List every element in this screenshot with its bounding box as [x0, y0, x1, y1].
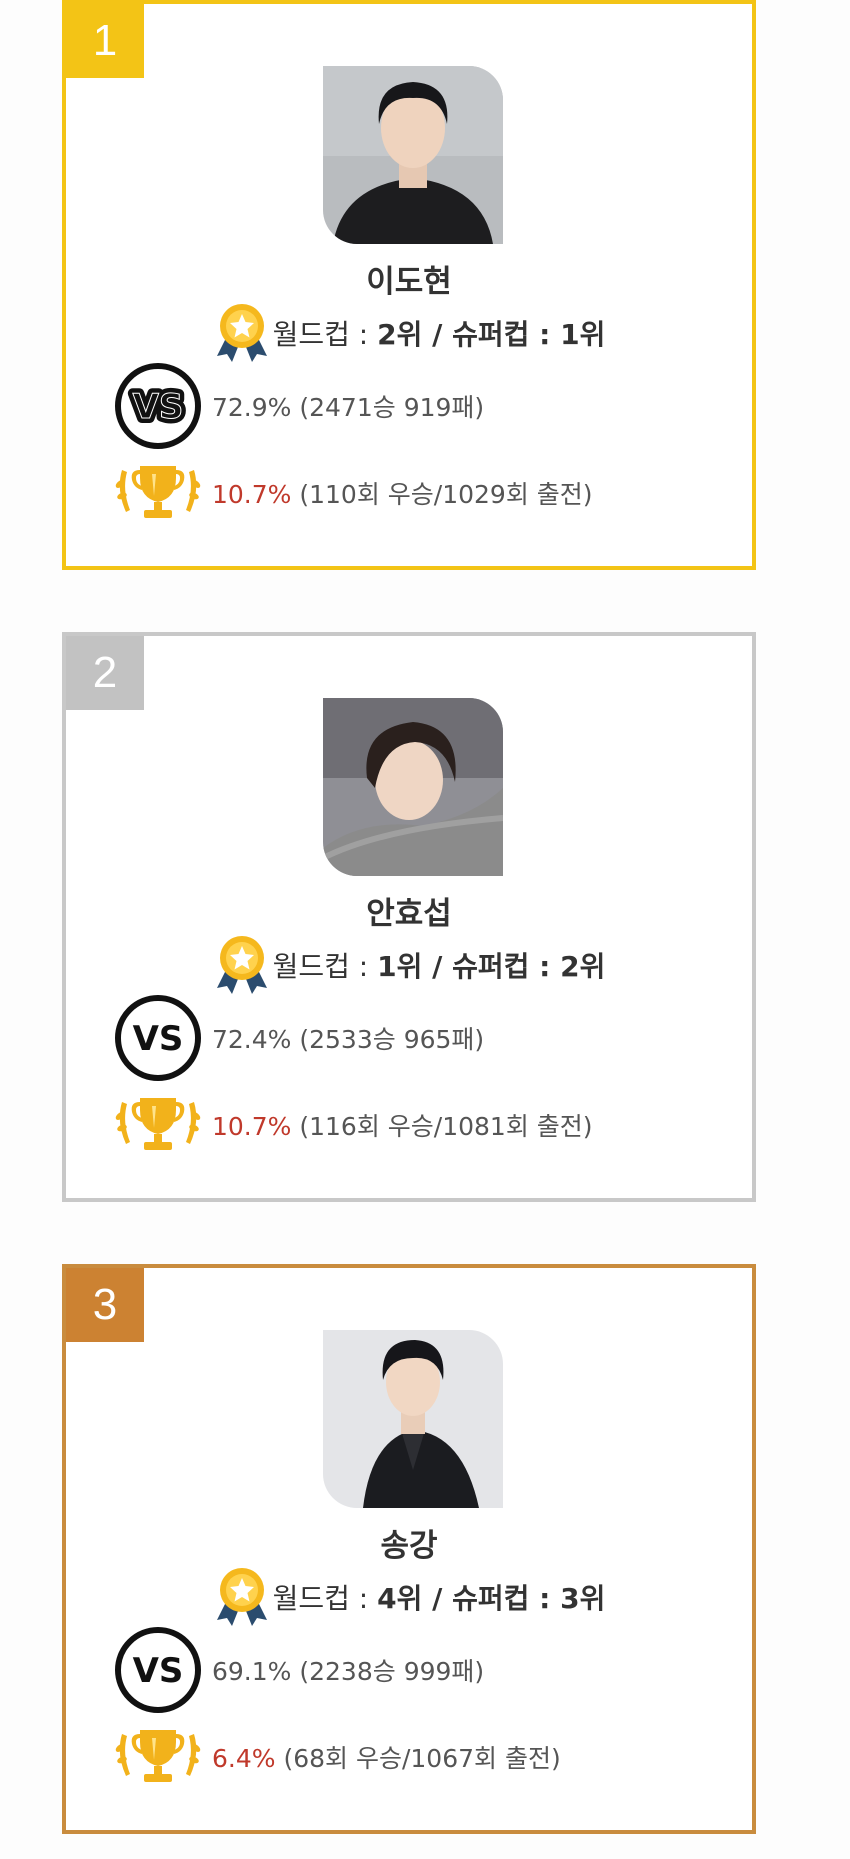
rank-separator: / [422, 950, 453, 983]
medal-icon [216, 304, 267, 362]
supercup-rank: 3위 [560, 1582, 606, 1615]
worldcup-rank: 1위 [377, 950, 423, 983]
win-rate: 6.4% [212, 1744, 276, 1773]
supercup-label: 슈퍼컵 : [452, 318, 561, 351]
worldcup-label: 월드컵 : [272, 950, 378, 983]
win-detail: (110회 우승/1029회 출전) [291, 480, 593, 509]
vs-stat-row: VS 69.1% (2238승 999패) [114, 1626, 484, 1714]
profile-photo [323, 1330, 503, 1508]
trophy-icon [115, 1098, 201, 1150]
supercup-rank: 1위 [560, 318, 606, 351]
medal-icon [216, 1568, 267, 1626]
trophy-icon [115, 466, 201, 518]
ranking-card-2[interactable]: 2 안효섭 월드컵 : 1위 / 슈퍼컵 : 2위 VS 72.4% (2533… [62, 632, 756, 1202]
worldcup-rank: 4위 [377, 1582, 423, 1615]
vs-icon: VS VS VS [115, 363, 201, 449]
win-detail: (116회 우승/1081회 출전) [291, 1112, 593, 1141]
ranking-card-3[interactable]: 3 송강 월드컵 : 4위 / 슈퍼컵 : 3위 VS 69.1% (2238승… [62, 1264, 756, 1834]
cup-rank-row: 월드컵 : 2위 / 슈퍼컵 : 1위 [66, 304, 752, 362]
svg-text:VS: VS [133, 387, 184, 427]
trophy-stat-row: 10.7% (110회 우승/1029회 출전) [112, 460, 593, 526]
vs-stat-row: VS 72.4% (2533승 965패) [114, 994, 484, 1082]
profile-photo [323, 698, 503, 876]
rank-separator: / [422, 1582, 453, 1615]
profile-photo [323, 66, 503, 244]
rank-badge: 3 [66, 1268, 144, 1342]
person-name: 송강 [380, 1528, 438, 1564]
vs-record: 72.4% (2533승 965패) [212, 1025, 485, 1054]
rank-badge: 1 [66, 4, 144, 78]
trophy-stat-row: 10.7% (116회 우승/1081회 출전) [112, 1092, 593, 1158]
win-rate: 10.7% [212, 1112, 292, 1141]
person-name: 이도현 [366, 264, 452, 300]
supercup-rank: 2위 [560, 950, 606, 983]
person-name: 안효섭 [366, 896, 452, 932]
worldcup-label: 월드컵 : [272, 1582, 378, 1615]
trophy-stat-row: 6.4% (68회 우승/1067회 출전) [112, 1724, 561, 1790]
rank-separator: / [422, 318, 453, 351]
win-rate: 10.7% [212, 480, 292, 509]
win-detail: (68회 우승/1067회 출전) [275, 1744, 561, 1773]
vs-record: 69.1% (2238승 999패) [212, 1657, 485, 1686]
vs-icon: VS [115, 995, 201, 1081]
svg-text:VS: VS [133, 1019, 184, 1059]
cup-rank-row: 월드컵 : 1위 / 슈퍼컵 : 2위 [66, 936, 752, 994]
vs-record: 72.9% (2471승 919패) [212, 393, 485, 422]
supercup-label: 슈퍼컵 : [452, 1582, 561, 1615]
ranking-card-1[interactable]: 1 이도현 월드컵 : 2위 / 슈퍼컵 : 1위 VS VS VS 72.9%… [62, 0, 756, 570]
rank-badge: 2 [66, 636, 144, 710]
vs-icon: VS [115, 1627, 201, 1713]
worldcup-label: 월드컵 : [272, 318, 378, 351]
cup-rank-row: 월드컵 : 4위 / 슈퍼컵 : 3위 [66, 1568, 752, 1626]
svg-text:VS: VS [133, 1651, 184, 1691]
medal-icon [216, 936, 267, 994]
worldcup-rank: 2위 [377, 318, 423, 351]
supercup-label: 슈퍼컵 : [452, 950, 561, 983]
vs-stat-row: VS VS VS 72.9% (2471승 919패) [114, 362, 484, 450]
trophy-icon [115, 1730, 201, 1782]
